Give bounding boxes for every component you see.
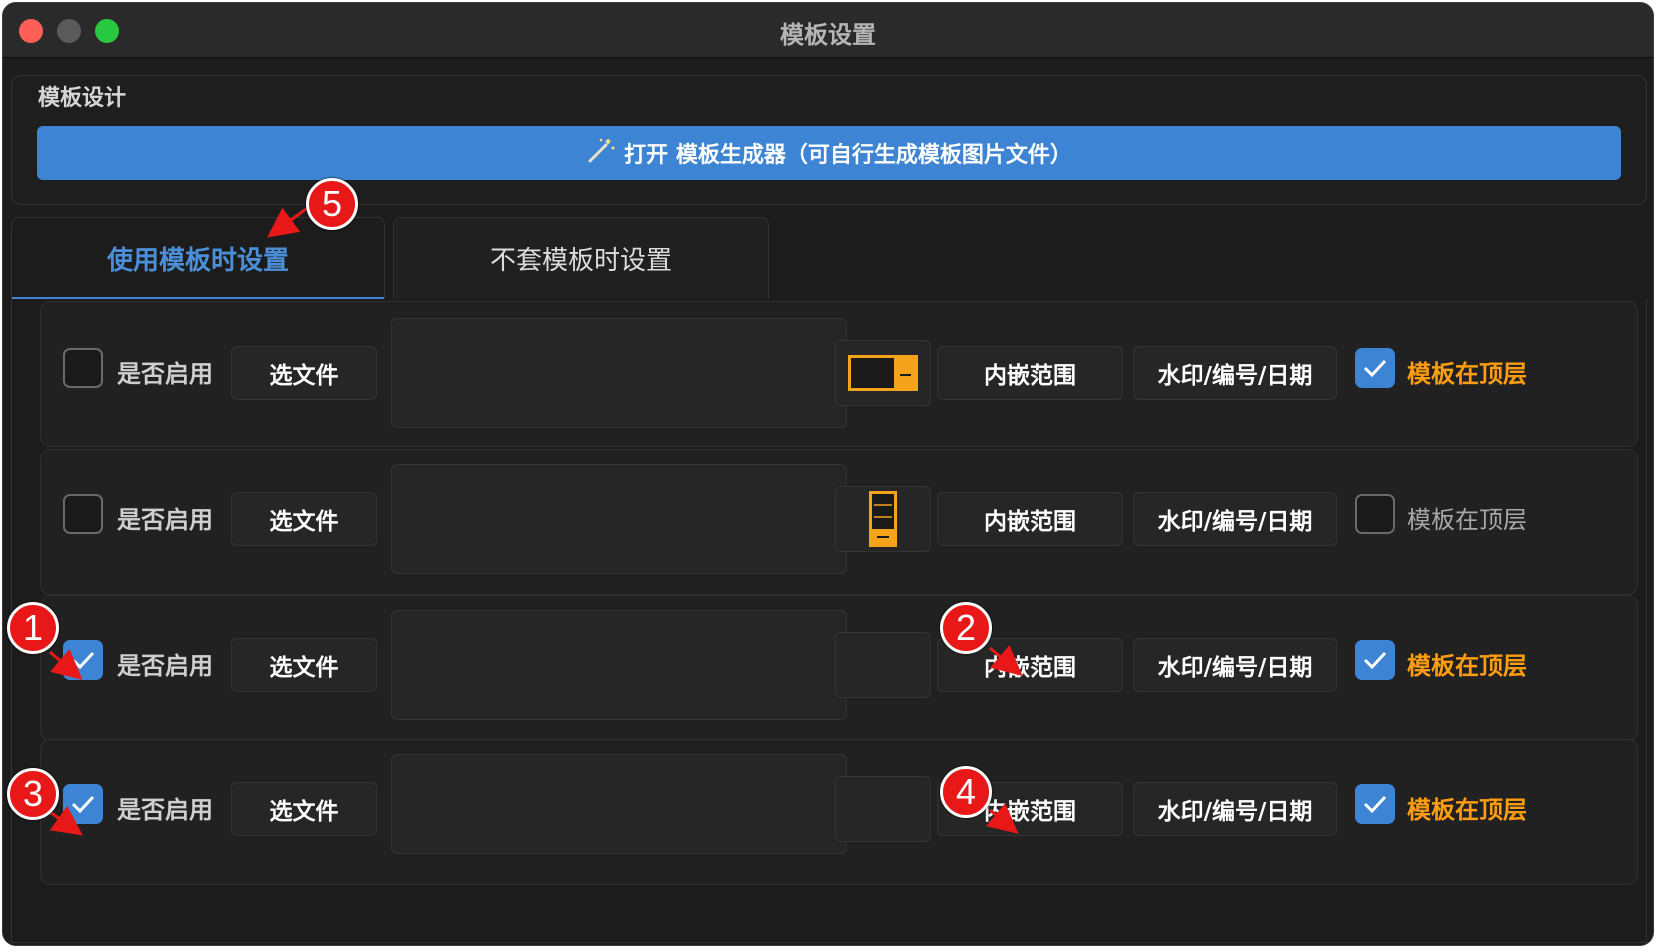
file-path-display-4 [391,754,847,854]
embed-range-button-2[interactable]: 内嵌范围 [937,492,1123,546]
enable-checkbox-2[interactable] [63,494,103,534]
choose-file-button-2[interactable]: 选文件 [231,492,377,546]
window-title: 模板设置 [780,21,876,49]
watermark-button-1[interactable]: 水印/编号/日期 [1133,346,1337,400]
orientation-thumb-3[interactable] [835,632,931,698]
template-on-top-checkbox-3[interactable] [1355,640,1395,680]
watermark-button-3[interactable]: 水印/编号/日期 [1133,638,1337,692]
tab-use-template-label: 使用模板时设置 [106,246,289,276]
template-settings-window: 模板设置 模板设计 打开 模板生成器（可自行生成模板图片文件） 使用模板时设置 … [2,2,1654,946]
choose-file-label-1: 选文件 [269,363,339,389]
orientation-thumb-4[interactable] [835,776,931,842]
template-row-3: 是否启用 选文件 内嵌范围 水印/编号/日期 模板在顶层 [40,595,1638,741]
watermark-label-2: 水印/编号/日期 [1157,509,1313,535]
template-row-4: 是否启用 选文件 内嵌范围 水印/编号/日期 模板在顶层 [40,739,1638,885]
template-on-top-checkbox-4[interactable] [1355,784,1395,824]
watermark-label-3: 水印/编号/日期 [1157,655,1313,681]
checkmark-icon [1363,651,1387,670]
watermark-label-1: 水印/编号/日期 [1157,363,1313,389]
embed-range-label-4: 内嵌范围 [984,799,1076,825]
open-template-generator-button[interactable]: 打开 模板生成器（可自行生成模板图片文件） [37,126,1621,180]
embed-range-button-1[interactable]: 内嵌范围 [937,346,1123,400]
embed-range-label-1: 内嵌范围 [984,363,1076,389]
callout-badge-4: 4 [940,766,992,818]
watermark-label-4: 水印/编号/日期 [1157,799,1313,825]
title-bar: 模板设置 [3,3,1653,58]
open-template-generator-label: 打开 模板生成器（可自行生成模板图片文件） [624,143,1072,168]
file-path-display-1 [391,318,847,428]
enable-label-3: 是否启用 [117,652,213,680]
template-on-top-label-2: 模板在顶层 [1407,506,1527,534]
callout-badge-2: 2 [940,602,992,654]
landscape-template-icon [848,355,918,391]
template-on-top-label-3: 模板在顶层 [1407,652,1527,680]
template-row-1: 是否启用 选文件 内嵌范围 水印/编号/日期 模板在顶层 [40,301,1638,447]
orientation-thumb-1[interactable] [835,340,931,406]
enable-label-4: 是否启用 [117,796,213,824]
template-design-label: 模板设计 [38,86,127,111]
enable-label-1: 是否启用 [117,360,213,388]
checkmark-icon [71,795,95,814]
choose-file-button-3[interactable]: 选文件 [231,638,377,692]
choose-file-label-3: 选文件 [269,655,339,681]
choose-file-label-2: 选文件 [269,509,339,535]
template-on-top-label-1: 模板在顶层 [1407,360,1527,388]
template-on-top-checkbox-1[interactable] [1355,348,1395,388]
enable-checkbox-3[interactable] [63,640,103,680]
choose-file-button-1[interactable]: 选文件 [231,346,377,400]
callout-badge-5: 5 [306,178,358,230]
enable-checkbox-4[interactable] [63,784,103,824]
enable-checkbox-1[interactable] [63,348,103,388]
callout-badge-3: 3 [7,768,59,820]
tab-no-template-label: 不套模板时设置 [489,246,672,276]
checkmark-icon [1363,359,1387,378]
magic-wand-icon [586,135,616,171]
embed-range-label-3: 内嵌范围 [984,655,1076,681]
enable-label-2: 是否启用 [117,506,213,534]
template-design-group: 模板设计 打开 模板生成器（可自行生成模板图片文件） [11,75,1647,205]
callout-badge-1: 1 [7,602,59,654]
checkmark-icon [71,651,95,670]
template-on-top-label-4: 模板在顶层 [1407,796,1527,824]
tab-panel: 是否启用 选文件 内嵌范围 水印/编号/日期 模板在顶层 是否启用 选文件 内嵌… [11,299,1647,943]
embed-range-label-2: 内嵌范围 [984,509,1076,535]
portrait-template-icon [869,491,897,547]
file-path-display-2 [391,464,847,574]
file-path-display-3 [391,610,847,720]
orientation-thumb-2[interactable] [835,486,931,552]
checkmark-icon [1363,795,1387,814]
watermark-button-2[interactable]: 水印/编号/日期 [1133,492,1337,546]
choose-file-button-4[interactable]: 选文件 [231,782,377,836]
choose-file-label-4: 选文件 [269,799,339,825]
watermark-button-4[interactable]: 水印/编号/日期 [1133,782,1337,836]
template-on-top-checkbox-2[interactable] [1355,494,1395,534]
template-row-2: 是否启用 选文件 内嵌范围 水印/编号/日期 模板在顶层 [40,449,1638,595]
tab-no-template[interactable]: 不套模板时设置 [393,217,769,299]
